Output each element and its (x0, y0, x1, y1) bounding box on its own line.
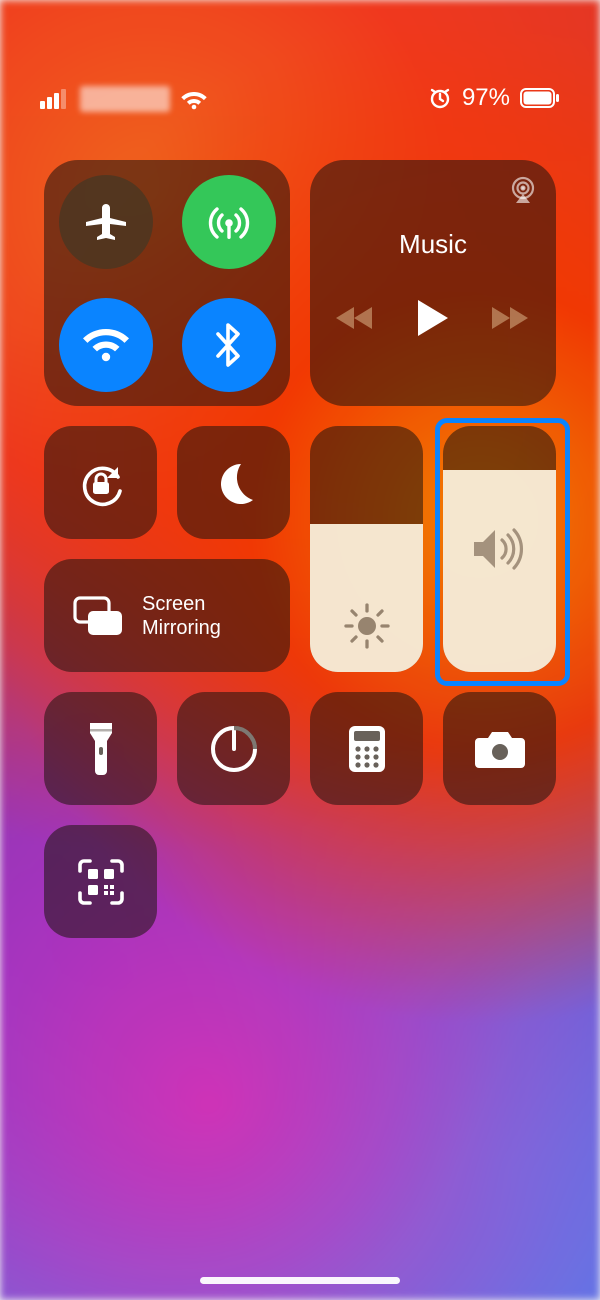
speaker-icon (470, 526, 530, 572)
brightness-slider[interactable] (310, 426, 423, 672)
wifi-icon (81, 325, 131, 365)
moon-icon (211, 460, 257, 506)
orientation-lock-toggle[interactable] (44, 426, 157, 539)
rewind-icon[interactable] (336, 304, 376, 332)
wifi-status-icon (180, 88, 208, 110)
wifi-toggle[interactable] (59, 298, 153, 392)
screen-mirroring-label: Screen Mirroring (142, 592, 221, 640)
control-center: Music (44, 160, 556, 938)
alarm-icon (428, 86, 452, 110)
flashlight-icon (86, 721, 116, 777)
qr-scanner-button[interactable] (44, 825, 157, 938)
forward-icon[interactable] (490, 304, 530, 332)
media-card[interactable]: Music (310, 160, 556, 406)
media-title: Music (399, 229, 467, 260)
calculator-icon (347, 724, 387, 774)
sun-icon (343, 602, 391, 650)
play-icon[interactable] (416, 298, 450, 338)
qr-code-icon (76, 857, 126, 907)
screen-mirroring-icon (72, 595, 124, 637)
airplane-mode-toggle[interactable] (59, 175, 153, 269)
timer-button[interactable] (177, 692, 290, 805)
airplay-icon[interactable] (508, 176, 538, 204)
volume-slider[interactable] (443, 426, 556, 672)
bluetooth-toggle[interactable] (182, 298, 276, 392)
status-bar: 97% (0, 0, 600, 120)
cellular-signal-icon (40, 89, 70, 109)
screen-mirroring-button[interactable]: Screen Mirroring (44, 559, 290, 672)
battery-percent: 97% (462, 84, 510, 112)
camera-button[interactable] (443, 692, 556, 805)
calculator-button[interactable] (310, 692, 423, 805)
battery-icon (520, 88, 560, 108)
airplane-icon (82, 198, 130, 246)
timer-icon (208, 723, 260, 775)
camera-icon (473, 728, 527, 770)
orientation-lock-icon (74, 456, 128, 510)
cellular-antenna-icon (204, 197, 254, 247)
home-indicator[interactable] (200, 1277, 400, 1284)
carrier-label-obscured (80, 86, 170, 112)
connectivity-card[interactable] (44, 160, 290, 406)
do-not-disturb-toggle[interactable] (177, 426, 290, 539)
flashlight-button[interactable] (44, 692, 157, 805)
bluetooth-icon (214, 321, 244, 369)
cellular-data-toggle[interactable] (182, 175, 276, 269)
